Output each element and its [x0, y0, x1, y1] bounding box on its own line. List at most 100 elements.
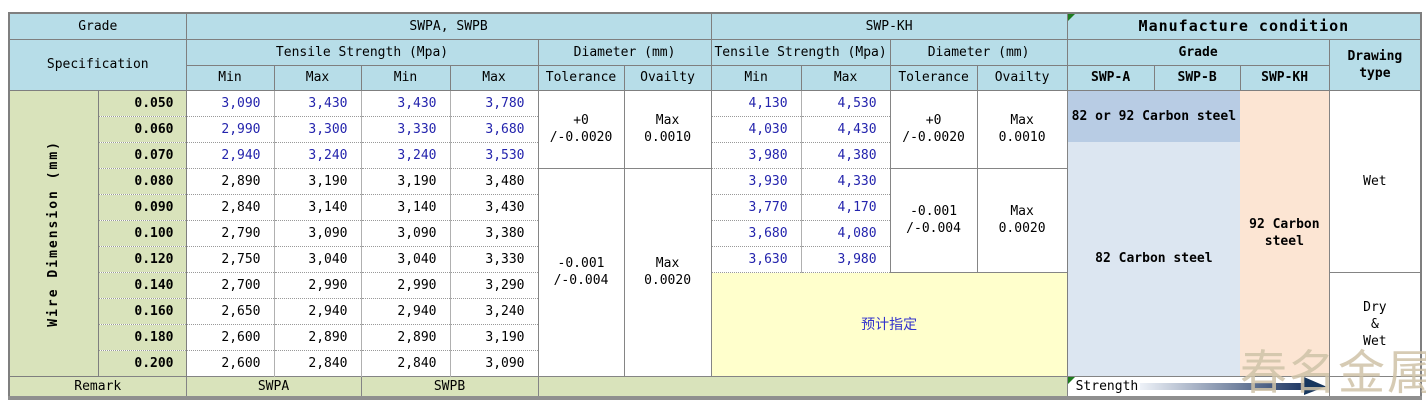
kh-max-cell: 3,980 [801, 246, 890, 272]
kh-min-header: Min [711, 65, 801, 90]
kh-max-cell: 4,530 [801, 90, 890, 116]
swpa-max-cell: 2,890 [274, 324, 361, 350]
dim-value: 0.050 [98, 90, 186, 116]
swpb-max-cell: 3,680 [450, 116, 538, 142]
swpa-swpb-header: SWPA, SWPB [186, 13, 711, 39]
wire-dimension-label: Wire Dimension (mm) [46, 140, 61, 327]
kh-ovailty-upper: Max 0.0010 [977, 90, 1067, 168]
drawing-type-header: Drawing type [1329, 39, 1421, 90]
kh-max-cell: 4,330 [801, 168, 890, 194]
kh-min-cell: 4,130 [711, 90, 801, 116]
swpa-min-cell: 2,890 [186, 168, 274, 194]
manufacture-condition-label: Manufacture condition [1139, 17, 1350, 35]
dim-value: 0.060 [98, 116, 186, 142]
remark-swpb: SWPB [361, 376, 538, 398]
swpb-min-cell: 2,890 [361, 324, 450, 350]
swpb-min-cell: 3,240 [361, 142, 450, 168]
swpb-min-cell: 3,090 [361, 220, 450, 246]
swpa-max-cell: 3,190 [274, 168, 361, 194]
swp-a-col-header: SWP-A [1067, 65, 1154, 90]
kh-max-cell: 4,080 [801, 220, 890, 246]
swp-b-col-header: SWP-B [1154, 65, 1240, 90]
tensile-strength-header-swpab: Tensile Strength (Mpa) [186, 39, 538, 65]
swpa-max-cell: 2,840 [274, 350, 361, 376]
swpa-max-cell: 3,040 [274, 246, 361, 272]
kh-max-header: Max [801, 65, 890, 90]
swpa-min-cell: 2,940 [186, 142, 274, 168]
swpab-tolerance-upper: +0 /-0.0020 [538, 90, 624, 168]
dim-value: 0.200 [98, 350, 186, 376]
swpb-max-cell: 3,430 [450, 194, 538, 220]
swpa-min-cell: 2,790 [186, 220, 274, 246]
drawing-type-dry-wet: Dry & Wet [1329, 272, 1421, 376]
swpb-min-cell: 3,040 [361, 246, 450, 272]
remark-empty-cell [538, 376, 1067, 398]
swpb-min-cell: 3,430 [361, 90, 450, 116]
swpa-max-cell: 2,990 [274, 272, 361, 298]
swpa-min-cell: 2,750 [186, 246, 274, 272]
tensile-strength-header-kh: Tensile Strength (Mpa) [711, 39, 890, 65]
kh-tolerance-lower: -0.001 /-0.004 [890, 168, 977, 272]
swpb-max-cell: 3,530 [450, 142, 538, 168]
swpb-max-header: Max [450, 65, 538, 90]
kh-min-cell: 4,030 [711, 116, 801, 142]
swpa-max-cell: 2,940 [274, 298, 361, 324]
swpb-max-cell: 3,240 [450, 298, 538, 324]
remark-row: Remark SWPA SWPB Strength [9, 376, 1421, 398]
strength-label: Strength [1076, 379, 1139, 394]
kh-min-cell: 3,770 [711, 194, 801, 220]
wire-dimension-axis: Wire Dimension (mm) [9, 90, 98, 376]
strength-gradient-arrow-icon [1140, 377, 1326, 395]
dim-value: 0.080 [98, 168, 186, 194]
specification-header: Specification [9, 39, 186, 90]
kh-ovailty-lower: Max 0.0020 [977, 168, 1067, 272]
kh-tolerance-upper: +0 /-0.0020 [890, 90, 977, 168]
swpa-max-header: Max [274, 65, 361, 90]
kh-min-cell: 3,680 [711, 220, 801, 246]
swpb-max-cell: 3,780 [450, 90, 538, 116]
kh-max-cell: 4,170 [801, 194, 890, 220]
swpab-tolerance-lower: -0.001 /-0.004 [538, 168, 624, 376]
table-row: Wire Dimension (mm) 0.050 3,090 3,430 3,… [9, 90, 1421, 116]
remark-swpa: SWPA [186, 376, 361, 398]
swpa-max-cell: 3,140 [274, 194, 361, 220]
header-row-1: Grade SWPA, SWPB SWP-KH Manufacture cond… [9, 13, 1421, 39]
header-row-3: Min Max Min Max Tolerance Ovailty Min Ma… [9, 65, 1421, 90]
diameter-header-swpab: Diameter (mm) [538, 39, 711, 65]
swpa-min-cell: 2,700 [186, 272, 274, 298]
dim-value: 0.090 [98, 194, 186, 220]
comment-marker-icon [1068, 14, 1075, 21]
swpa-min-cell: 2,650 [186, 298, 274, 324]
pending-designation-note: 预计指定 [711, 272, 1067, 376]
kh-min-cell: 3,630 [711, 246, 801, 272]
swpa-min-cell: 2,600 [186, 350, 274, 376]
swpb-min-header: Min [361, 65, 450, 90]
swpa-max-cell: 3,300 [274, 116, 361, 142]
swpa-min-cell: 2,600 [186, 324, 274, 350]
swpb-max-cell: 3,330 [450, 246, 538, 272]
kh-min-cell: 3,980 [711, 142, 801, 168]
condition-92-carbon: 92 Carbon steel [1240, 90, 1329, 376]
swpb-min-cell: 2,940 [361, 298, 450, 324]
swpb-max-cell: 3,480 [450, 168, 538, 194]
swpa-min-header: Min [186, 65, 274, 90]
remark-right-empty-cell [1329, 376, 1421, 398]
header-row-2: Specification Tensile Strength (Mpa) Dia… [9, 39, 1421, 65]
grade-sub-header: Grade [1067, 39, 1329, 65]
dim-value: 0.140 [98, 272, 186, 298]
swpb-min-cell: 2,990 [361, 272, 450, 298]
dim-value: 0.180 [98, 324, 186, 350]
swpa-max-cell: 3,090 [274, 220, 361, 246]
swpa-min-cell: 2,990 [186, 116, 274, 142]
grade-header: Grade [9, 13, 186, 39]
dim-value: 0.120 [98, 246, 186, 272]
swpb-min-cell: 2,840 [361, 350, 450, 376]
kh-ovailty-header: Ovailty [977, 65, 1067, 90]
swpb-min-cell: 3,140 [361, 194, 450, 220]
dim-value: 0.160 [98, 298, 186, 324]
swp-kh-col-header: SWP-KH [1240, 65, 1329, 90]
swpab-ovailty-header: Ovailty [624, 65, 711, 90]
strength-legend-cell: Strength [1067, 376, 1329, 398]
swpa-max-cell: 3,430 [274, 90, 361, 116]
kh-tolerance-header: Tolerance [890, 65, 977, 90]
